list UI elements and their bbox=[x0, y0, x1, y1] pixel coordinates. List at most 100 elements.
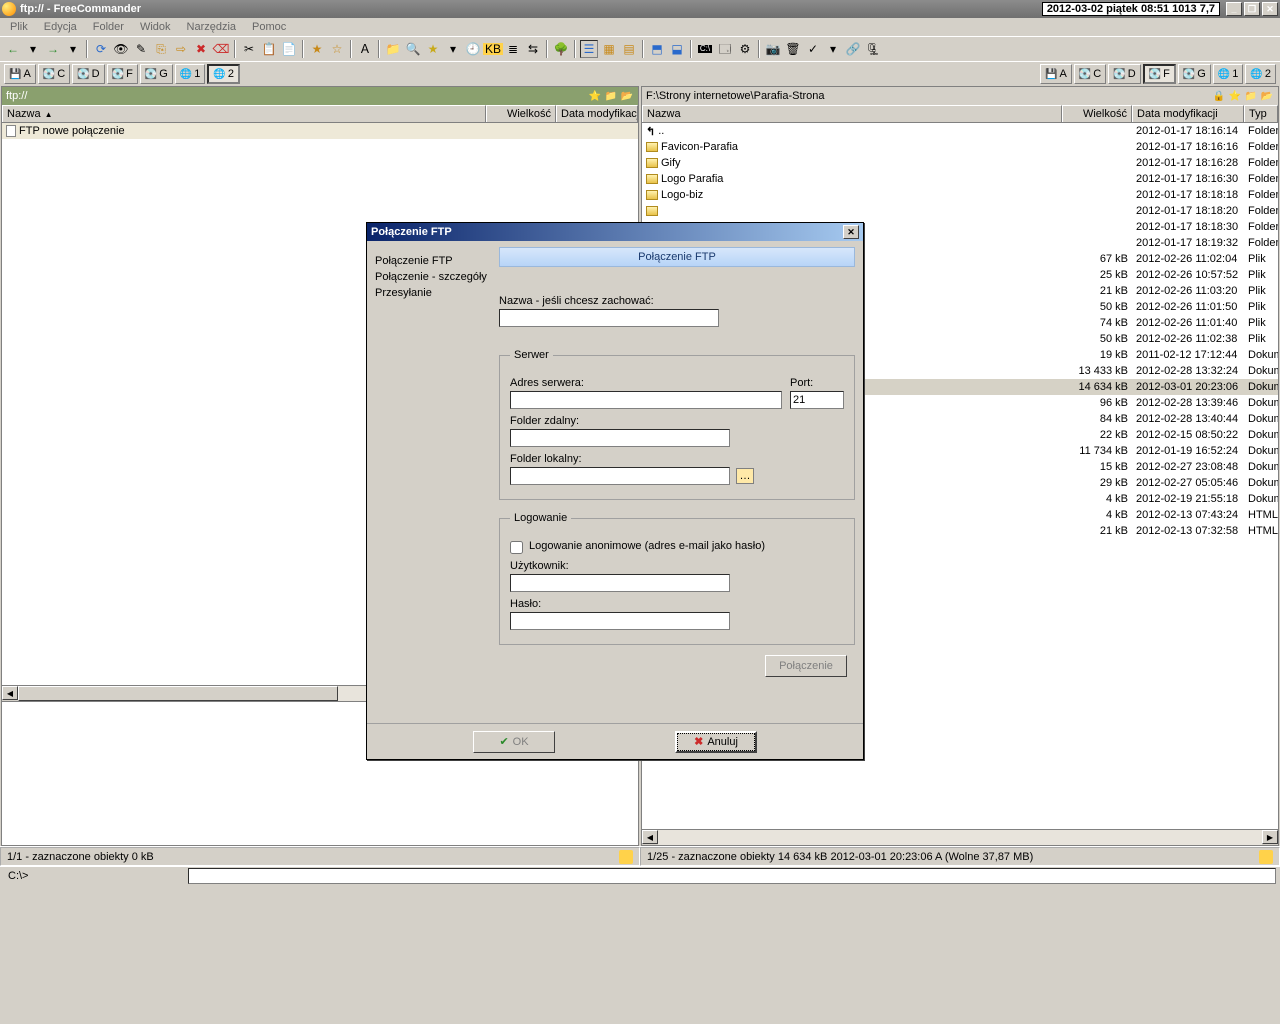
list-item[interactable] bbox=[2, 171, 638, 187]
wipe-button[interactable]: ⌫ bbox=[212, 40, 230, 58]
checksum-dropdown[interactable]: ▾ bbox=[824, 40, 842, 58]
list-item[interactable]: ↰.. 2012-01-17 18:16:14 Folder bbox=[642, 123, 1278, 139]
drive-net1-left[interactable]: 🌐1 bbox=[175, 64, 206, 84]
sync-button[interactable]: ⇆ bbox=[524, 40, 542, 58]
pathbar-left[interactable]: ftp:// ⭐ 📁 📂 bbox=[2, 87, 638, 105]
nav-details[interactable]: Połączenie - szczegóły bbox=[375, 269, 491, 285]
list-item[interactable] bbox=[2, 155, 638, 171]
drive-f-right[interactable]: 💽F bbox=[1143, 64, 1176, 84]
copyclip-button[interactable]: 📋 bbox=[260, 40, 278, 58]
pathbar-right[interactable]: F:\Strony internetowe\Parafia-Strona 🔒 ⭐… bbox=[642, 87, 1278, 105]
drive-g-left[interactable]: 💽G bbox=[140, 64, 173, 84]
menu-folder[interactable]: Folder bbox=[85, 21, 132, 33]
forward-dropdown[interactable]: ▾ bbox=[64, 40, 82, 58]
list-item[interactable] bbox=[642, 763, 1278, 779]
back-button[interactable]: ← bbox=[4, 40, 22, 58]
favorite-button[interactable]: ★ bbox=[424, 40, 442, 58]
list-item[interactable] bbox=[2, 203, 638, 219]
folder-icon[interactable]: 📁 bbox=[1244, 89, 1258, 103]
menu-widok[interactable]: Widok bbox=[132, 21, 179, 33]
folder-icon[interactable]: 📁 bbox=[604, 89, 618, 103]
newfolder-button[interactable]: 📁 bbox=[384, 40, 402, 58]
move-button[interactable]: ⇨ bbox=[172, 40, 190, 58]
list-item[interactable]: Logo Parafia 2012-01-17 18:16:30 Folder bbox=[642, 171, 1278, 187]
menu-narzedzia[interactable]: Narzędzia bbox=[179, 21, 245, 33]
cut-button[interactable]: ✂ bbox=[240, 40, 258, 58]
favorite-dropdown[interactable]: ▾ bbox=[444, 40, 462, 58]
size-button[interactable]: KB bbox=[484, 40, 502, 58]
checksum-button[interactable]: ✓ bbox=[804, 40, 822, 58]
drive-g-right[interactable]: 💽G bbox=[1178, 64, 1211, 84]
list-item[interactable]: FTP nowe połączenie bbox=[2, 123, 638, 139]
checkbox-anonymous[interactable] bbox=[510, 541, 523, 554]
restore-button[interactable]: ❐ bbox=[1244, 2, 1260, 16]
nav-connection[interactable]: Połączenie FTP bbox=[375, 253, 491, 269]
forward-button[interactable]: → bbox=[44, 40, 62, 58]
drive-net2-left[interactable]: 🌐2 bbox=[207, 64, 240, 84]
edit-button[interactable]: ✎ bbox=[132, 40, 150, 58]
drive-d-right[interactable]: 💽D bbox=[1108, 64, 1140, 84]
list-item[interactable]: Gify 2012-01-17 18:16:28 Folder bbox=[642, 155, 1278, 171]
back-dropdown[interactable]: ▾ bbox=[24, 40, 42, 58]
drive-net1-right[interactable]: 🌐1 bbox=[1213, 64, 1244, 84]
archive-button[interactable]: 🗜 bbox=[864, 40, 882, 58]
favorite-icon[interactable]: ⭐ bbox=[588, 89, 602, 103]
prop-button[interactable]: 🗔 bbox=[716, 40, 734, 58]
hscroll-right[interactable]: ◀▶ bbox=[642, 829, 1278, 845]
col-size-right[interactable]: Wielkość bbox=[1062, 105, 1132, 122]
delete-button[interactable]: ✖ bbox=[192, 40, 210, 58]
cmd-input[interactable] bbox=[188, 868, 1276, 884]
cancel-button[interactable]: ✖Anuluj bbox=[675, 731, 757, 753]
menu-plik[interactable]: Plik bbox=[2, 21, 36, 33]
history-button[interactable]: 🕘 bbox=[464, 40, 482, 58]
drive-c-right[interactable]: 💽C bbox=[1074, 64, 1106, 84]
menu-edycja[interactable]: Edycja bbox=[36, 21, 85, 33]
connect-button[interactable]: Połączenie bbox=[765, 655, 847, 677]
copy-button[interactable]: ⎘ bbox=[152, 40, 170, 58]
view-button[interactable]: 👁 bbox=[112, 40, 130, 58]
paste-button[interactable]: 📄 bbox=[280, 40, 298, 58]
up-icon[interactable]: 📂 bbox=[620, 89, 634, 103]
col-type-right[interactable]: Typ bbox=[1244, 105, 1278, 122]
drive-c-left[interactable]: 💽C bbox=[38, 64, 70, 84]
list-item[interactable] bbox=[2, 139, 638, 155]
settings-button[interactable]: ⚙ bbox=[736, 40, 754, 58]
browse-button[interactable]: … bbox=[736, 468, 754, 484]
quickview-button[interactable]: ⬒ bbox=[648, 40, 666, 58]
dialog-close-button[interactable]: ✕ bbox=[843, 225, 859, 239]
input-remote[interactable] bbox=[510, 429, 730, 447]
list-item[interactable] bbox=[642, 779, 1278, 795]
col-date-left[interactable]: Data modyfikacji bbox=[556, 105, 638, 122]
col-size-left[interactable]: Wielkość bbox=[486, 105, 556, 122]
input-user[interactable] bbox=[510, 574, 730, 592]
close-button[interactable]: ✕ bbox=[1262, 2, 1278, 16]
list-button[interactable]: ▦ bbox=[600, 40, 618, 58]
minimize-button[interactable]: _ bbox=[1226, 2, 1242, 16]
screenshot-button[interactable]: 📷 bbox=[764, 40, 782, 58]
menu-pomoc[interactable]: Pomoc bbox=[244, 21, 294, 33]
trash-button[interactable]: 🗑 bbox=[784, 40, 802, 58]
drive-d-left[interactable]: 💽D bbox=[72, 64, 104, 84]
list-item[interactable]: Logo-biz 2012-01-17 18:18:18 Folder bbox=[642, 187, 1278, 203]
list-item[interactable] bbox=[642, 795, 1278, 811]
drive-a-left[interactable]: 💾A bbox=[4, 64, 36, 84]
search-button[interactable]: 🔍 bbox=[404, 40, 422, 58]
tree-button[interactable]: 🌳 bbox=[552, 40, 570, 58]
list-item[interactable] bbox=[642, 811, 1278, 827]
preview-button[interactable]: ⬓ bbox=[668, 40, 686, 58]
compare-button[interactable]: ≣ bbox=[504, 40, 522, 58]
favorite-icon[interactable]: ⭐ bbox=[1228, 89, 1242, 103]
dialog-titlebar[interactable]: Połączenie FTP ✕ bbox=[367, 223, 863, 241]
col-name-right[interactable]: Nazwa bbox=[642, 105, 1062, 122]
deselect-button[interactable]: ☆ bbox=[328, 40, 346, 58]
lock-icon[interactable]: 🔒 bbox=[1212, 89, 1226, 103]
list-item[interactable] bbox=[2, 187, 638, 203]
select-button[interactable]: ★ bbox=[308, 40, 326, 58]
col-name-left[interactable]: Nazwa▲ bbox=[2, 105, 486, 122]
input-name[interactable] bbox=[499, 309, 719, 327]
input-port[interactable] bbox=[790, 391, 844, 409]
drive-a-right[interactable]: 💾A bbox=[1040, 64, 1072, 84]
nav-transfer[interactable]: Przesyłanie bbox=[375, 285, 491, 301]
thumb-button[interactable]: ▤ bbox=[620, 40, 638, 58]
details-button[interactable]: ☰ bbox=[580, 40, 598, 58]
